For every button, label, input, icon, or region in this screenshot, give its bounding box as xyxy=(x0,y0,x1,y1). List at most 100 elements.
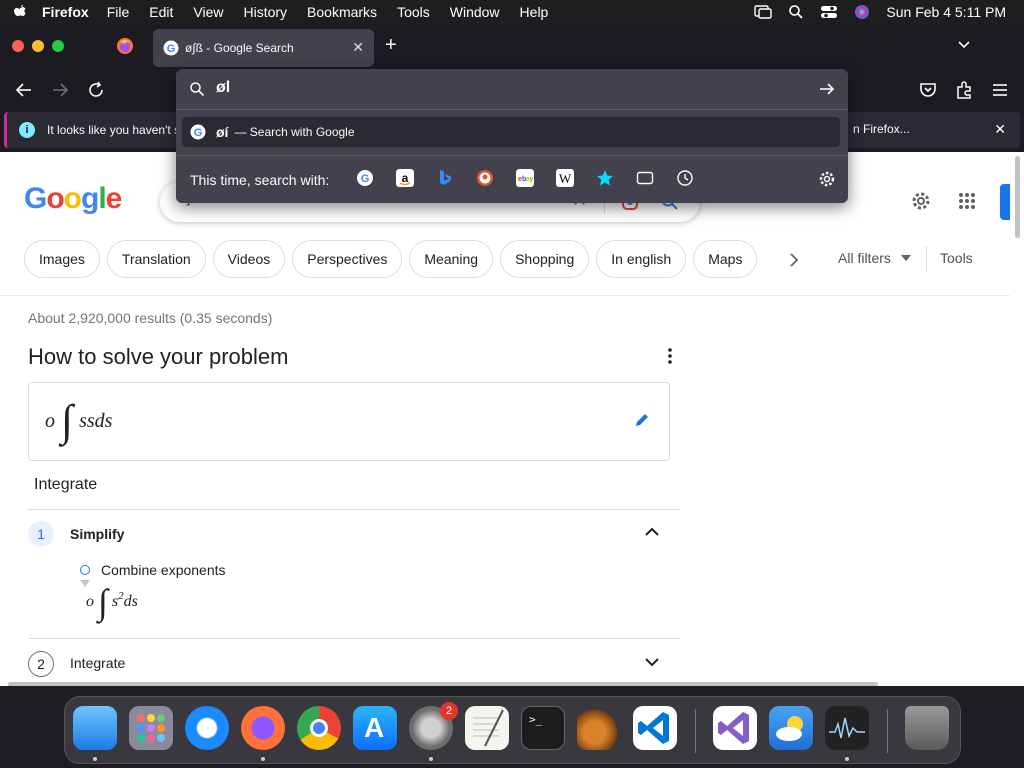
settings-running-dot xyxy=(429,757,433,761)
vscode-logo-icon xyxy=(638,712,669,744)
siri-icon[interactable] xyxy=(854,4,870,20)
math-input-box[interactable]: o ∫ ssds xyxy=(28,382,670,461)
chevron-down-icon[interactable] xyxy=(642,652,662,672)
menu-window[interactable]: Window xyxy=(450,4,500,20)
vertical-scrollbar[interactable] xyxy=(1012,152,1022,686)
go-arrow-icon[interactable] xyxy=(818,80,836,98)
apple-icon[interactable] xyxy=(12,4,28,20)
menubar-clock[interactable]: Sun Feb 4 5:11 PM xyxy=(886,4,1006,20)
edit-pencil-icon[interactable] xyxy=(633,411,651,429)
list-all-tabs-icon[interactable] xyxy=(956,36,972,52)
step-1-number: 1 xyxy=(28,521,54,547)
app-name-menu[interactable]: Firefox xyxy=(42,4,89,20)
google-engine-button[interactable]: G xyxy=(356,169,374,187)
garageband-icon[interactable] xyxy=(577,706,621,750)
spotlight-search-icon[interactable] xyxy=(788,4,804,20)
chips-next-icon[interactable] xyxy=(784,250,804,270)
bing-engine-button[interactable] xyxy=(436,169,454,187)
menu-file[interactable]: File xyxy=(107,4,130,20)
urlbar-search-icon xyxy=(190,82,205,97)
window-zoom-button[interactable] xyxy=(52,40,64,52)
chip-shopping[interactable]: Shopping xyxy=(500,240,590,278)
urlbar-input-row[interactable]: øl xyxy=(176,69,848,109)
firefox-view-icon[interactable] xyxy=(116,37,134,55)
chevron-up-icon[interactable] xyxy=(642,522,662,542)
control-center-icon[interactable] xyxy=(820,4,838,20)
history-search-button[interactable] xyxy=(676,169,694,187)
urlbar-input[interactable]: øl xyxy=(216,79,230,97)
chip-maps[interactable]: Maps xyxy=(693,240,758,278)
window-minimize-button[interactable] xyxy=(32,40,44,52)
math2-exponent: 2 xyxy=(118,590,124,602)
chrome-icon[interactable] xyxy=(297,706,341,750)
wikipedia-engine-button[interactable]: W xyxy=(556,169,574,187)
urlbar-separator-2 xyxy=(176,155,848,156)
new-tab-icon[interactable]: + xyxy=(385,34,397,57)
vscode-icon[interactable] xyxy=(633,706,677,750)
chip-images[interactable]: Images xyxy=(24,240,100,278)
chip-perspectives[interactable]: Perspectives xyxy=(292,240,403,278)
all-filters-button[interactable]: All filters xyxy=(838,250,911,266)
google-logo[interactable]: Google xyxy=(24,182,122,216)
tabs-search-button[interactable] xyxy=(636,169,654,187)
more-options-icon[interactable] xyxy=(660,346,680,366)
ebay-engine-button[interactable]: ebay xyxy=(516,169,534,187)
pocket-icon[interactable] xyxy=(918,80,938,100)
vertical-scrollbar-thumb[interactable] xyxy=(1015,156,1020,238)
menu-view[interactable]: View xyxy=(193,4,223,20)
reload-icon[interactable] xyxy=(86,80,106,100)
textedit-icon[interactable] xyxy=(465,706,509,750)
app-menu-icon[interactable] xyxy=(990,80,1010,100)
chrome-center-icon xyxy=(310,719,328,737)
notification-close-icon[interactable]: ✕ xyxy=(994,121,1006,138)
firefox-dock-icon[interactable] xyxy=(241,706,285,750)
menu-help[interactable]: Help xyxy=(520,4,549,20)
math2-tail: ds xyxy=(123,593,138,610)
urlbar-separator xyxy=(176,109,848,110)
terminal-icon[interactable]: >_ xyxy=(521,706,565,750)
screen-mirroring-icon[interactable] xyxy=(754,4,773,20)
integral-sign: ∫ xyxy=(61,396,74,445)
step-divider xyxy=(28,509,680,510)
extensions-icon[interactable] xyxy=(954,80,974,100)
tab-google-search[interactable]: G ø∫ß - Google Search ✕ xyxy=(153,29,374,67)
visual-studio-icon[interactable] xyxy=(713,706,757,750)
google-apps-icon[interactable] xyxy=(958,192,976,210)
menu-history[interactable]: History xyxy=(243,4,287,20)
math-left-term: o xyxy=(45,409,55,432)
app-store-icon[interactable]: A xyxy=(353,706,397,750)
svg-text:y: y xyxy=(530,176,534,183)
header-divider xyxy=(0,295,1010,296)
back-icon[interactable] xyxy=(14,80,34,100)
notification-action-text[interactable]: n Firefox... xyxy=(853,122,910,136)
menu-bookmarks[interactable]: Bookmarks xyxy=(307,4,377,20)
chip-meaning[interactable]: Meaning xyxy=(409,240,494,278)
search-settings-gear-icon[interactable] xyxy=(818,170,836,188)
tools-button[interactable]: Tools xyxy=(940,250,973,266)
activity-monitor-icon[interactable] xyxy=(825,706,869,750)
forward-icon[interactable] xyxy=(50,80,70,100)
duckduckgo-engine-button[interactable] xyxy=(476,169,494,187)
tab-close-icon[interactable]: ✕ xyxy=(352,39,364,56)
trash-icon[interactable] xyxy=(905,706,949,750)
finder-icon[interactable] xyxy=(73,706,117,750)
menu-tools[interactable]: Tools xyxy=(397,4,430,20)
amazon-engine-button[interactable]: a xyxy=(396,169,414,187)
window-close-button[interactable] xyxy=(12,40,24,52)
weather-icon[interactable] xyxy=(769,706,813,750)
safari-icon[interactable] xyxy=(185,706,229,750)
bookmarks-search-button[interactable] xyxy=(596,169,614,187)
step-2-label[interactable]: Integrate xyxy=(70,655,125,671)
activity-graph-icon xyxy=(829,717,865,739)
launchpad-icon[interactable] xyxy=(129,706,173,750)
svg-text:a: a xyxy=(402,171,409,185)
search-suggestion-google[interactable]: G øí — Search with Google xyxy=(182,117,840,147)
settings-gear-icon[interactable] xyxy=(910,190,932,212)
chip-videos[interactable]: Videos xyxy=(212,240,286,278)
chip-translation[interactable]: Translation xyxy=(106,240,206,278)
chip-in-english[interactable]: In english xyxy=(596,240,687,278)
math-expression: o ∫ ssds xyxy=(45,399,112,443)
step-1-label[interactable]: Simplify xyxy=(70,526,124,542)
sign-in-button[interactable] xyxy=(1000,184,1010,220)
menu-edit[interactable]: Edit xyxy=(149,4,173,20)
